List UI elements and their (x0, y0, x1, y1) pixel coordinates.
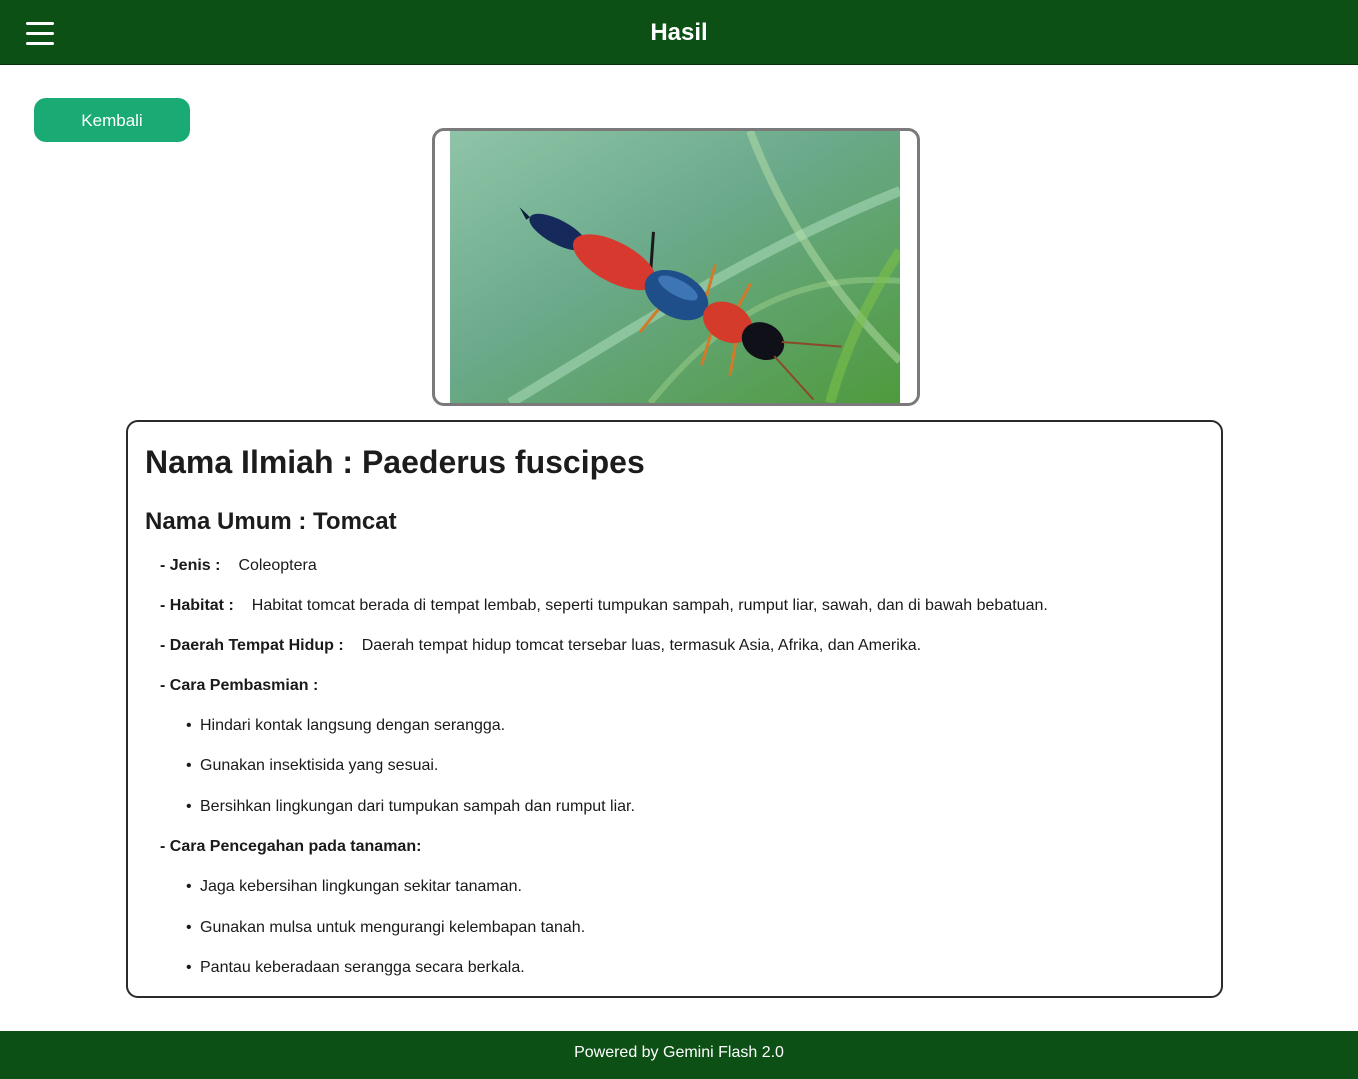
type-value: Coleoptera (238, 557, 317, 574)
living-area-value: Daerah tempat hidup tomcat tersebar luas… (361, 637, 922, 654)
bullet-icon: • (186, 798, 192, 815)
prevention-label: - Cara Pencegahan pada tanaman: (160, 838, 422, 855)
list-item: • Pantau keberadaan serangga secara berka… (186, 959, 525, 977)
eradication-heading: - Cara Pembasmian : (160, 677, 318, 695)
common-name: Nama Umum : Tomcat (145, 508, 397, 535)
bullet-icon: • (186, 959, 192, 976)
result-image-frame (432, 128, 920, 406)
eradication-item: Gunakan insektisida yang sesuai. (200, 757, 439, 774)
bullet-icon: • (186, 919, 192, 936)
living-area-label: - Daerah Tempat Hidup : (160, 637, 344, 654)
eradication-label: - Cara Pembasmian : (160, 677, 319, 694)
bullet-icon: • (186, 717, 192, 734)
prevention-item: Gunakan mulsa untuk mengurangi kelembapa… (200, 919, 586, 936)
prevention-heading: - Cara Pencegahan pada tanaman: (160, 838, 421, 856)
list-item: • Bersihkan lingkungan dari tumpukan samp… (186, 798, 635, 816)
list-item: • Gunakan insektisida yang sesuai. (186, 757, 438, 775)
prevention-item: Jaga kebersihan lingkungan sekitar tanam… (200, 878, 522, 895)
list-item: • Hindari kontak langsung dengan serangga… (186, 717, 505, 735)
eradication-item: Hindari kontak langsung dengan serangga. (200, 717, 506, 734)
living-area-row: - Daerah Tempat Hidup : Daerah tempat hid… (160, 637, 921, 655)
footer: Powered by Gemini Flash 2.0 (0, 1031, 1358, 1079)
page-title: Hasil (650, 19, 708, 46)
prevention-item: Pantau keberadaan serangga secara berkal… (200, 959, 525, 976)
result-card: Nama Ilmiah : Paederus fuscipes Nama Umu… (126, 420, 1223, 998)
bullet-icon: • (186, 757, 192, 774)
scientific-name: Nama Ilmiah : Paederus fuscipes (145, 444, 645, 480)
habitat-label: - Habitat : (160, 597, 234, 614)
insect-photo (450, 131, 900, 403)
list-item: • Gunakan mulsa untuk mengurangi kelembap… (186, 919, 585, 937)
eradication-item: Bersihkan lingkungan dari tumpukan sampa… (200, 798, 635, 815)
type-label: - Jenis : (160, 557, 221, 574)
type-row: - Jenis : Coleoptera (160, 557, 317, 575)
habitat-row: - Habitat : Habitat tomcat berada di temp… (160, 597, 1048, 615)
habitat-value: Habitat tomcat berada di tempat lembab, … (251, 597, 1048, 614)
top-app-bar: Hasil (0, 0, 1358, 65)
bullet-icon: • (186, 878, 192, 895)
back-button[interactable]: Kembali (34, 98, 190, 142)
list-item: • Jaga kebersihan lingkungan sekitar tana… (186, 878, 522, 896)
